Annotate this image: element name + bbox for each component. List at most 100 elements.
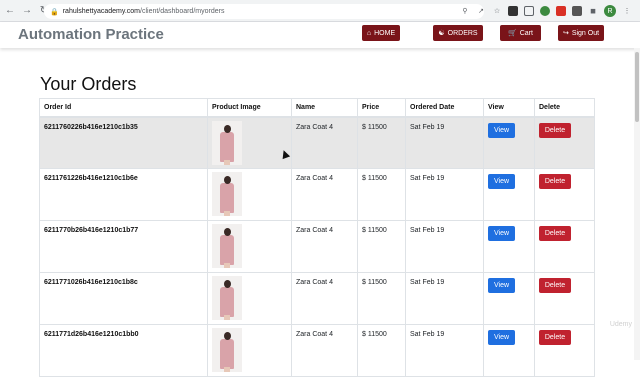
brand-title: Automation Practice <box>18 26 164 43</box>
delete-button[interactable]: Delete <box>539 174 571 189</box>
extension-icon[interactable] <box>508 6 518 16</box>
extension-icon[interactable] <box>572 6 582 16</box>
product-image <box>212 121 242 165</box>
order-id-cell: 6211771026b416e1210c1b8c <box>40 273 208 325</box>
price-cell: $ 11500 <box>358 325 406 377</box>
url-host: rahulshettyacademy.com <box>63 8 140 15</box>
product-image <box>212 328 242 372</box>
product-image-cell <box>208 169 292 221</box>
column-header: Order Id <box>40 99 208 117</box>
back-arrow-icon[interactable]: ← <box>3 4 17 18</box>
date-cell: Sat Feb 19 <box>406 117 484 169</box>
product-image <box>212 224 242 268</box>
view-button[interactable]: View <box>488 174 515 189</box>
product-image-cell <box>208 325 292 377</box>
table-row: 6211761226b416e1210c1b6e Zara Coat 4 $ 1… <box>40 169 595 221</box>
view-cell: View <box>484 117 535 169</box>
menu-kebab-icon[interactable]: ⋮ <box>622 6 632 16</box>
scrollbar-thumb[interactable] <box>635 52 639 122</box>
page-title: Your Orders <box>40 74 136 95</box>
delete-cell: Delete <box>535 169 595 221</box>
view-button[interactable]: View <box>488 123 515 138</box>
price-cell: $ 11500 <box>358 117 406 169</box>
extension-icon[interactable] <box>556 6 566 16</box>
delete-cell: Delete <box>535 117 595 169</box>
column-header: Ordered Date <box>406 99 484 117</box>
date-cell: Sat Feb 19 <box>406 221 484 273</box>
view-cell: View <box>484 325 535 377</box>
home-label: HOME <box>374 30 395 37</box>
url-path: /client/dashboard/myorders <box>140 8 224 15</box>
star-icon[interactable]: ☆ <box>492 6 502 16</box>
price-cell: $ 11500 <box>358 273 406 325</box>
delete-button[interactable]: Delete <box>539 330 571 345</box>
product-image <box>212 172 242 216</box>
browser-toolbar: ← → ↻ 🔒 rahulshettyacademy.com /client/d… <box>0 0 640 22</box>
table-row: 6211771d26b416e1210c1bb0 Zara Coat 4 $ 1… <box>40 325 595 377</box>
puzzle-icon[interactable]: ◼ <box>588 6 598 16</box>
home-button[interactable]: ⌂ HOME <box>362 25 400 41</box>
handshake-icon: ☯ <box>438 29 444 37</box>
column-header: Delete <box>535 99 595 117</box>
date-cell: Sat Feb 19 <box>406 169 484 221</box>
delete-cell: Delete <box>535 325 595 377</box>
delete-button[interactable]: Delete <box>539 226 571 241</box>
home-icon: ⌂ <box>367 30 371 37</box>
name-cell: Zara Coat 4 <box>292 325 358 377</box>
column-header: View <box>484 99 535 117</box>
app-header: Automation Practice ⌂ HOME ☯ ORDERS 🛒 Ca… <box>0 22 640 48</box>
extension-icon[interactable] <box>540 6 550 16</box>
orders-button[interactable]: ☯ ORDERS <box>433 25 483 41</box>
delete-button[interactable]: Delete <box>539 123 571 138</box>
price-cell: $ 11500 <box>358 221 406 273</box>
name-cell: Zara Coat 4 <box>292 221 358 273</box>
price-cell: $ 11500 <box>358 169 406 221</box>
order-id-cell: 6211770b26b416e1210c1b77 <box>40 221 208 273</box>
view-cell: View <box>484 273 535 325</box>
orders-table: Order Id Product Image Name Price Ordere… <box>39 98 595 377</box>
extension-bar: ⚲ ↗ ☆ ◼ R ⋮ <box>460 5 632 17</box>
profile-avatar[interactable]: R <box>604 5 616 17</box>
column-header: Name <box>292 99 358 117</box>
order-id-cell: 6211761226b416e1210c1b6e <box>40 169 208 221</box>
key-icon[interactable]: ⚲ <box>460 6 470 16</box>
name-cell: Zara Coat 4 <box>292 117 358 169</box>
view-cell: View <box>484 169 535 221</box>
cart-button[interactable]: 🛒 Cart <box>500 25 541 41</box>
lock-icon: 🔒 <box>50 8 59 16</box>
sign-out-label: Sign Out <box>572 30 599 37</box>
view-button[interactable]: View <box>488 278 515 293</box>
view-button[interactable]: View <box>488 226 515 241</box>
order-id-cell: 6211760226b416e1210c1b35 <box>40 117 208 169</box>
delete-cell: Delete <box>535 273 595 325</box>
name-cell: Zara Coat 4 <box>292 273 358 325</box>
table-row: 6211770b26b416e1210c1b77 Zara Coat 4 $ 1… <box>40 221 595 273</box>
sign-out-icon: ↪ <box>563 29 569 37</box>
sign-out-button[interactable]: ↪ Sign Out <box>558 25 604 41</box>
column-header: Price <box>358 99 406 117</box>
date-cell: Sat Feb 19 <box>406 273 484 325</box>
view-button[interactable]: View <box>488 330 515 345</box>
cart-icon: 🛒 <box>508 29 517 37</box>
orders-label: ORDERS <box>448 30 478 37</box>
address-bar[interactable]: 🔒 rahulshettyacademy.com /client/dashboa… <box>44 4 484 19</box>
watermark: Udemy <box>610 321 632 328</box>
name-cell: Zara Coat 4 <box>292 169 358 221</box>
product-image-cell <box>208 221 292 273</box>
table-row: 6211771026b416e1210c1b8c Zara Coat 4 $ 1… <box>40 273 595 325</box>
delete-button[interactable]: Delete <box>539 278 571 293</box>
order-id-cell: 6211771d26b416e1210c1bb0 <box>40 325 208 377</box>
share-icon[interactable]: ↗ <box>476 6 486 16</box>
extension-icon[interactable] <box>524 6 534 16</box>
product-image-cell <box>208 117 292 169</box>
table-row: 6211760226b416e1210c1b35 Zara Coat 4 $ 1… <box>40 117 595 169</box>
view-cell: View <box>484 221 535 273</box>
product-image <box>212 276 242 320</box>
column-header: Product Image <box>208 99 292 117</box>
delete-cell: Delete <box>535 221 595 273</box>
product-image-cell <box>208 273 292 325</box>
forward-arrow-icon[interactable]: → <box>20 4 34 18</box>
table-header-row: Order Id Product Image Name Price Ordere… <box>40 99 595 117</box>
date-cell: Sat Feb 19 <box>406 325 484 377</box>
cart-label: Cart <box>520 30 533 37</box>
